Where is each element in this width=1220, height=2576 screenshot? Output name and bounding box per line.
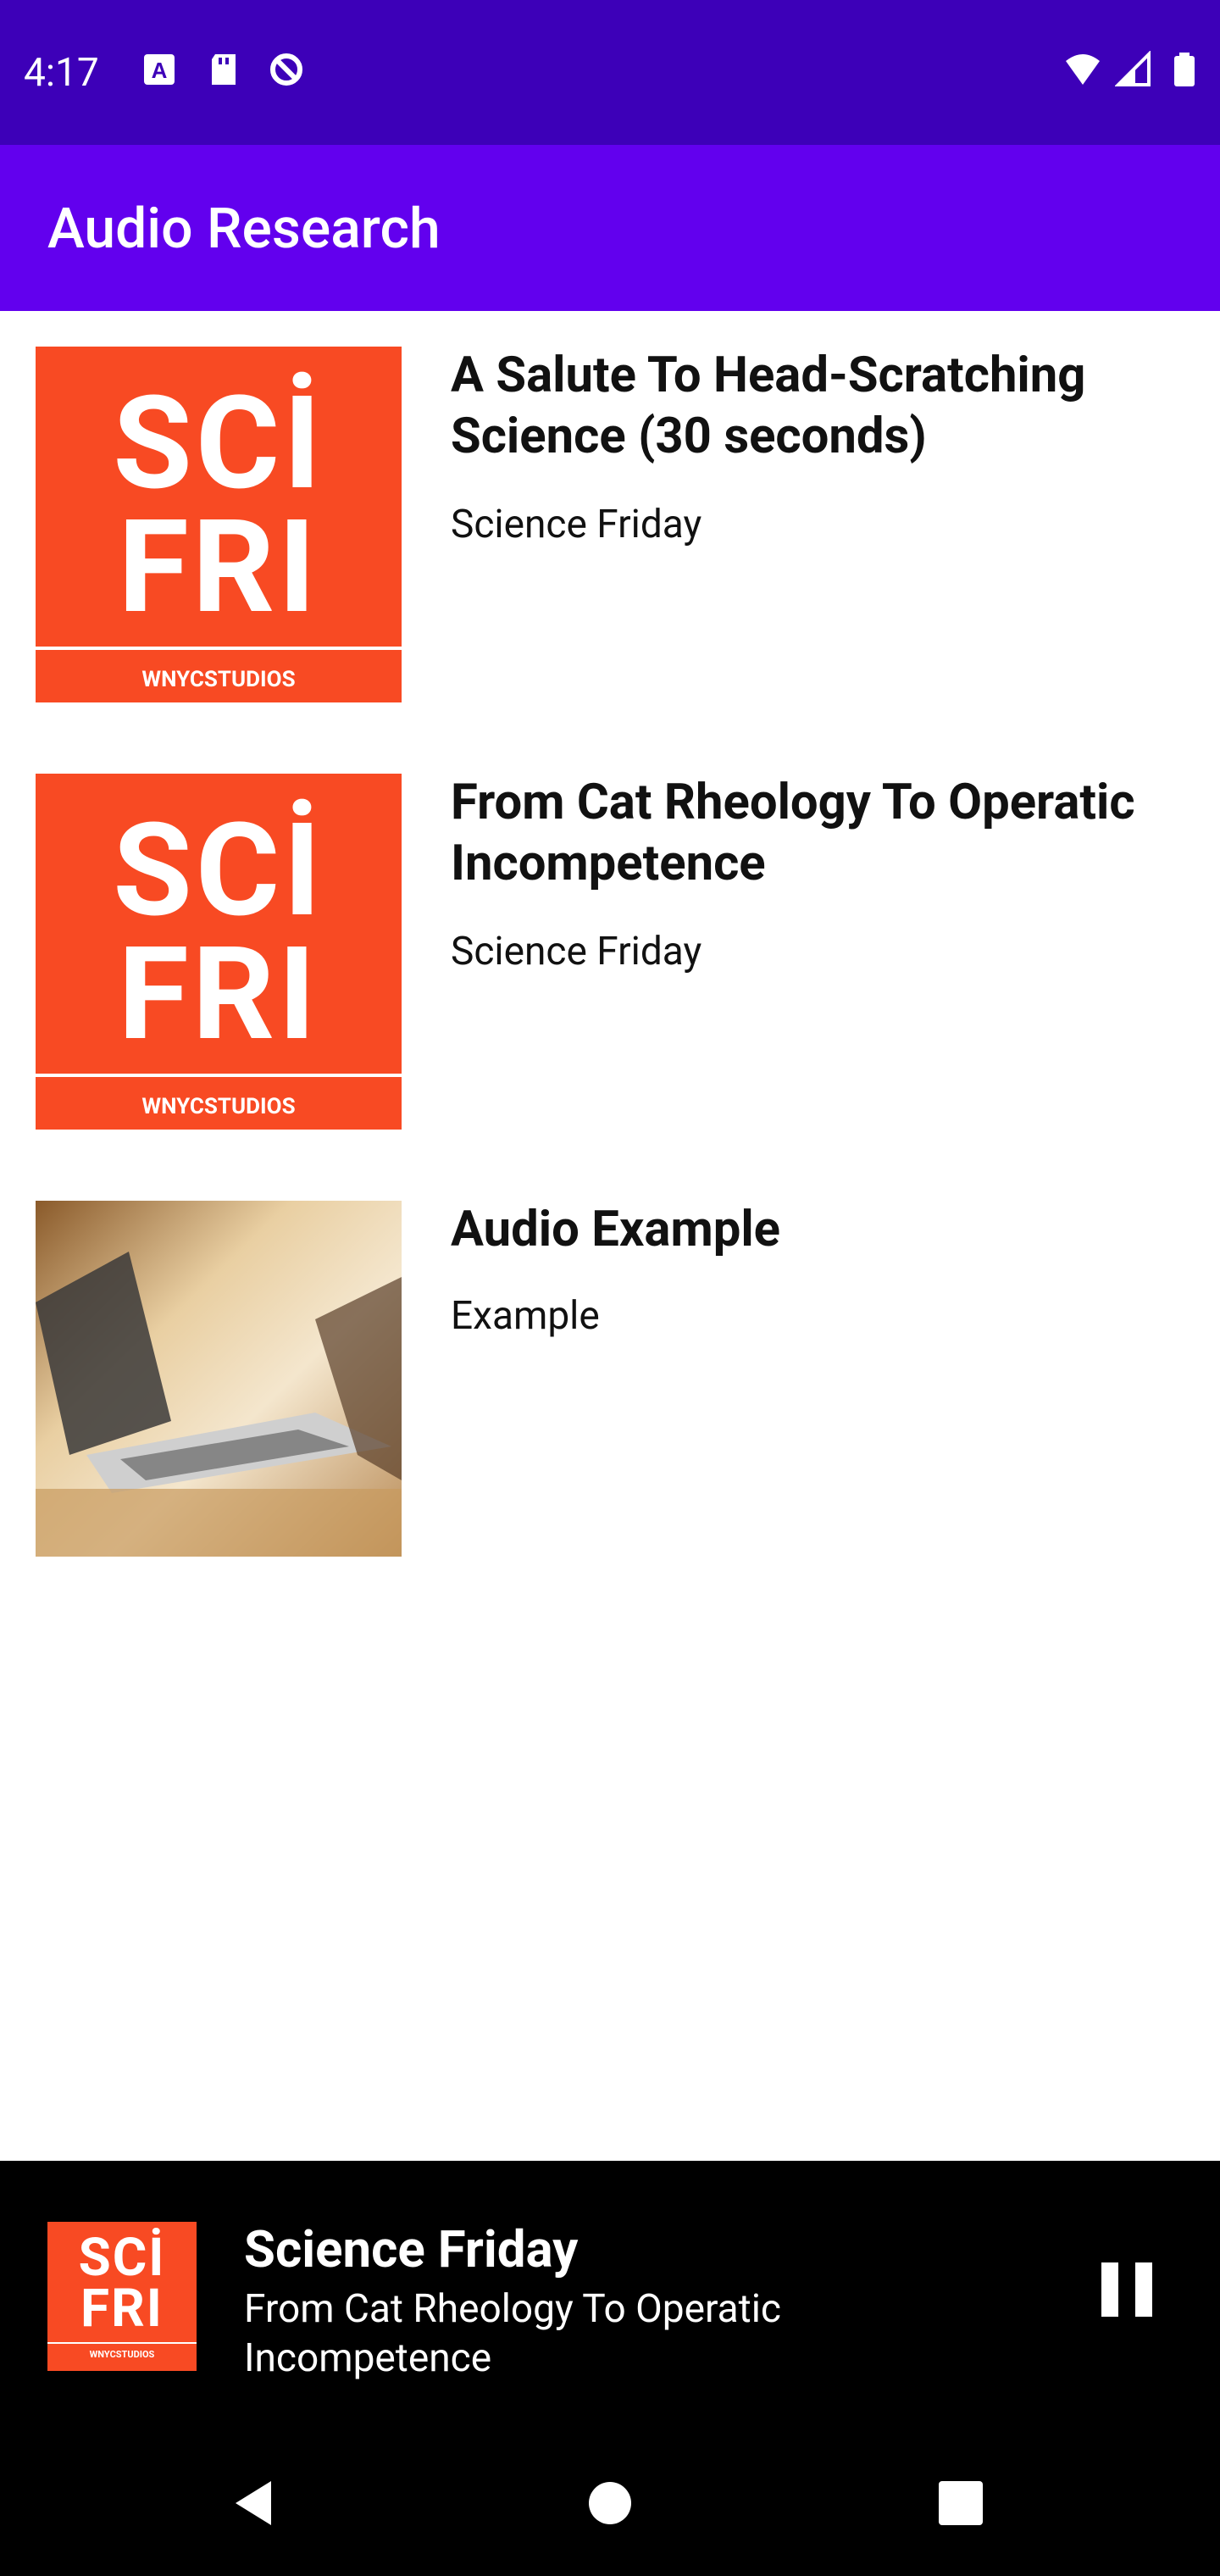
back-icon[interactable]: [224, 2473, 285, 2534]
laptop-photo-artwork: [36, 1201, 402, 1557]
artwork-text: FRI: [80, 2278, 164, 2340]
artwork-studio-text: WNYCSTUDIOS: [89, 2349, 155, 2360]
artwork-text: FRI: [118, 919, 319, 1070]
item-subtitle: Science Friday: [451, 929, 702, 974]
player-title: Science Friday: [244, 2219, 579, 2279]
sd-card-icon: [212, 54, 236, 85]
scifri-artwork: SCİ FRI WNYCSTUDIOS: [36, 774, 402, 1130]
artwork-divider: [36, 647, 402, 650]
status-bar: 4:17 A: [0, 0, 1220, 145]
artwork-text: SCİ: [78, 2227, 166, 2289]
list-item[interactable]: SCİ FRI WNYCSTUDIOS A Salute To Head-Scr…: [0, 311, 1220, 702]
app-bar: Audio Research: [0, 145, 1220, 311]
navigation-bar: [0, 2430, 1220, 2576]
pause-icon[interactable]: [1101, 2262, 1152, 2317]
list-item[interactable]: SCİ FRI WNYCSTUDIOS From Cat Rheology To…: [0, 738, 1220, 1130]
artwork-text: FRI: [118, 492, 319, 643]
cell-signal-icon: [1115, 51, 1151, 86]
battery-icon: [1174, 53, 1195, 86]
artwork-divider: [36, 1074, 402, 1077]
item-title: A Salute To Head-Scratching Science (30 …: [451, 347, 1086, 465]
mini-player[interactable]: SCİ FRI WNYCSTUDIOS Science Friday From …: [0, 2161, 1220, 2430]
wifi-icon: [1066, 54, 1100, 85]
scifri-artwork: SCİ FRI WNYCSTUDIOS: [47, 2222, 197, 2371]
recents-icon[interactable]: [930, 2473, 991, 2534]
artwork-studio-text: WNYCSTUDIOS: [141, 1094, 296, 1119]
laptop-illustration: [36, 1201, 402, 1557]
scifri-artwork: SCİ FRI WNYCSTUDIOS: [36, 347, 402, 702]
item-title: From Cat Rheology To Operatic Incompeten…: [451, 774, 1135, 892]
list-item[interactable]: Audio Example Example: [0, 1165, 1220, 1557]
artwork-text: SCİ: [113, 796, 324, 947]
item-subtitle: Science Friday: [451, 502, 702, 547]
item-title: Audio Example: [451, 1201, 781, 1258]
data-saver-icon: [270, 53, 302, 86]
home-icon[interactable]: [580, 2473, 640, 2534]
player-subtitle: From Cat Rheology To Operatic Incompeten…: [244, 2286, 781, 2381]
app-title: Audio Research: [47, 197, 441, 262]
artwork-divider: [47, 2342, 197, 2344]
artwork-text: SCİ: [113, 369, 324, 519]
accessibility-notification-icon: A: [144, 54, 175, 85]
svg-text:A: A: [152, 58, 168, 83]
artwork-studio-text: WNYCSTUDIOS: [141, 667, 296, 692]
item-subtitle: Example: [451, 1293, 600, 1339]
status-time: 4:17: [24, 50, 99, 96]
